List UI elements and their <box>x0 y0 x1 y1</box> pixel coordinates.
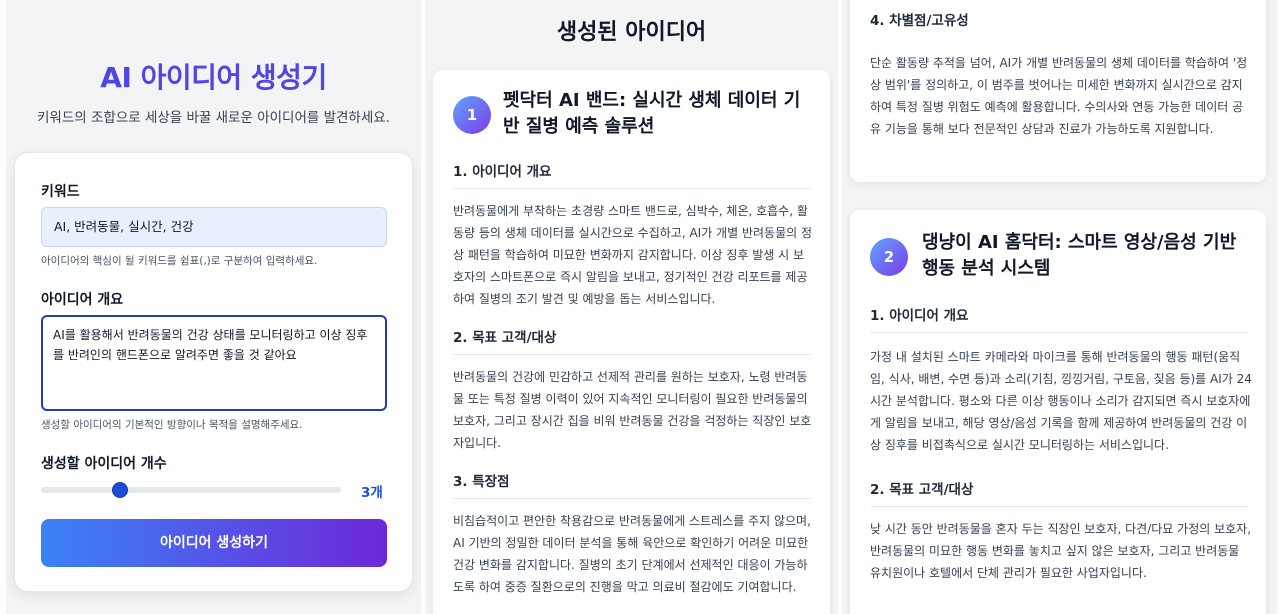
section-body: 비침습적이고 편안한 착용감으로 반려동물에게 스트레스를 주지 않으며, AI… <box>453 514 811 594</box>
idea-card-2: 2 댕냥이 AI 홈닥터: 스마트 영상/음성 기반 행동 분석 시스템 1. … <box>850 210 1266 614</box>
overview-hint: 생성할 아이디어의 기본적인 방향이나 목적을 설명해주세요. <box>41 419 303 431</box>
idea-card-1-continued: 4. 차별점/고유성 단순 활동량 추적을 넘어, AI가 개별 반려동물의 생… <box>850 0 1266 182</box>
idea-card-1: 1 펫닥터 AI 밴드: 실시간 생체 데이터 기반 질병 예측 솔루션 1. … <box>433 70 830 614</box>
count-label: 생성할 아이디어 개수 <box>41 456 167 472</box>
idea-title: 펫닥터 AI 밴드: 실시간 생체 데이터 기반 질병 예측 솔루션 <box>503 90 801 137</box>
count-slider-thumb[interactable] <box>112 482 128 498</box>
generator-form: 키워드 AI, 반려동물, 실시간, 건강 아이디어의 핵심이 될 키워드를 쉼… <box>14 152 413 592</box>
section-body: 단순 활동량 추적을 넘어, AI가 개별 반려동물의 생체 데이터를 학습하여… <box>870 56 1248 136</box>
keywords-label: 키워드 <box>41 184 80 200</box>
count-value: 3개 <box>361 485 383 501</box>
section-body: 낮 시간 동안 반려동물을 혼자 두는 직장인 보호자, 다견/다묘 가정의 보… <box>870 522 1252 580</box>
overview-label: 아이디어 개요 <box>41 292 124 308</box>
section-body: 반려동물에게 부착하는 초경량 스마트 밴드로, 심박수, 체온, 호흡수, 활… <box>453 204 813 306</box>
section-heading: 2. 목표 고객/대상 <box>453 326 811 355</box>
count-slider-fill <box>41 487 120 493</box>
app-title: AI 아이디어 생성기 <box>100 61 327 94</box>
app-subtitle: 키워드의 조합으로 세상을 바꿀 새로운 아이디어를 발견하세요. <box>37 110 390 126</box>
keywords-input[interactable]: AI, 반려동물, 실시간, 건강 <box>41 207 387 247</box>
results-panel-top: 생성된 아이디어 1 펫닥터 AI 밴드: 실시간 생체 데이터 기반 질병 예… <box>425 0 838 614</box>
keywords-hint: 아이디어의 핵심이 될 키워드를 쉼표(,)로 구분하여 입력하세요. <box>41 255 318 267</box>
section-body: 반려동물의 건강에 민감하고 선제적 관리를 원하는 보호자, 노령 반려동물 … <box>453 370 812 450</box>
idea-number-badge: 2 <box>870 238 908 276</box>
section-heading: 3. 특장점 <box>453 470 811 499</box>
results-panel-bottom: 4. 차별점/고유성 단순 활동량 추적을 넘어, AI가 개별 반려동물의 생… <box>842 0 1277 614</box>
overview-textarea[interactable]: AI를 활용해서 반려동물의 건강 상태를 모니터링하고 이상 징후를 반려인의… <box>41 315 387 411</box>
idea-number-badge: 1 <box>453 96 491 134</box>
section-heading: 1. 아이디어 개요 <box>453 160 811 189</box>
results-title: 생성된 아이디어 <box>556 20 707 45</box>
count-slider[interactable] <box>41 482 341 498</box>
idea-title: 댕냥이 AI 홈닥터: 스마트 영상/음성 기반 행동 분석 시스템 <box>922 232 1237 279</box>
section-body: 가정 내 설치된 스마트 카메라와 마이크를 통해 반려동물의 행동 패턴(움직… <box>870 350 1252 452</box>
section-heading: 1. 아이디어 개요 <box>870 304 1248 333</box>
section-heading: 4. 차별점/고유성 <box>870 13 969 29</box>
generate-button[interactable]: 아이디어 생성하기 <box>41 519 387 567</box>
generator-panel: AI 아이디어 생성기 키워드의 조합으로 세상을 바꿀 새로운 아이디어를 발… <box>6 0 421 614</box>
section-heading: 2. 목표 고객/대상 <box>870 478 1248 507</box>
